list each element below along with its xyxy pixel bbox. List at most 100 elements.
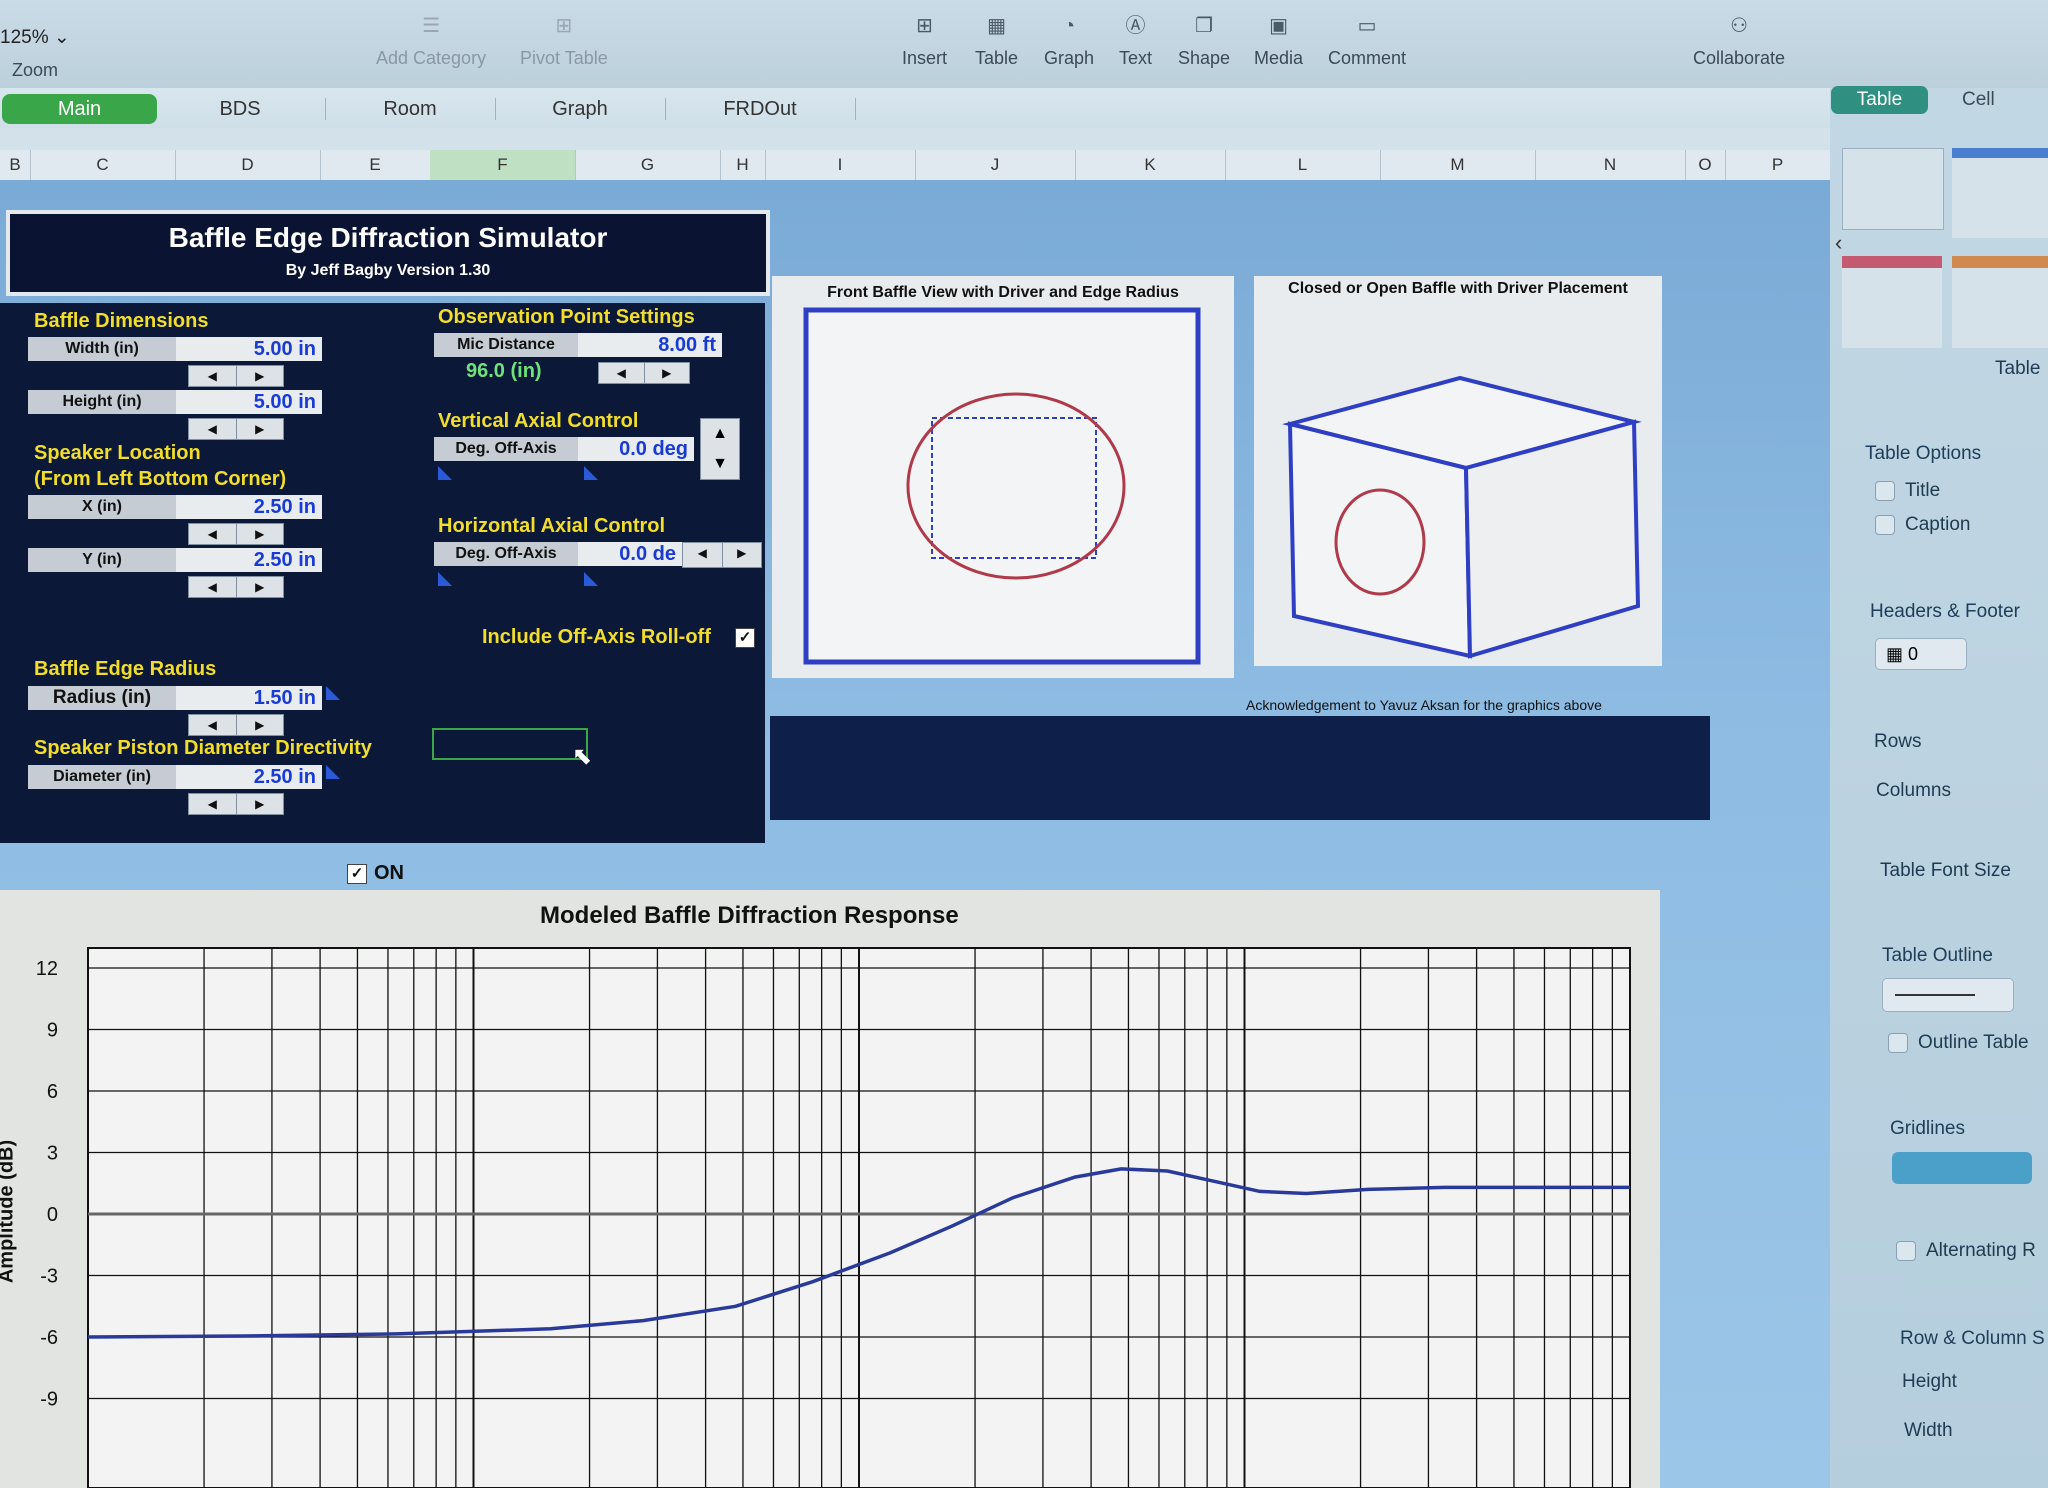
column-header[interactable]: H [720, 150, 766, 180]
table-style-swatch[interactable] [1952, 256, 2048, 348]
radius-label: Radius (in) [28, 686, 176, 710]
height-value[interactable]: 5.00 in [176, 390, 322, 414]
column-header[interactable]: G [575, 150, 721, 180]
chevron-left-icon[interactable]: ‹ [1835, 230, 1842, 256]
tab-bds[interactable]: BDS [180, 94, 300, 124]
tab-main[interactable]: Main [2, 94, 157, 124]
outline-style-dropdown[interactable] [1882, 978, 2014, 1012]
right-arrow-icon[interactable]: ▶ [237, 419, 284, 439]
up-arrow-icon[interactable]: ▲ [701, 419, 739, 449]
left-arrow-icon[interactable]: ◀ [189, 419, 237, 439]
tab-graph[interactable]: Graph [520, 94, 640, 124]
column-header[interactable]: C [30, 150, 176, 180]
y-stepper[interactable]: ◀ ▶ [188, 576, 284, 598]
diameter-stepper[interactable]: ◀ ▶ [188, 793, 284, 815]
text-button[interactable]: Ⓐ Text [1119, 14, 1152, 69]
outline-table-option[interactable]: Outline Table [1888, 1032, 2029, 1054]
column-header[interactable]: N [1535, 150, 1686, 180]
y-tick-label: 9 [47, 1020, 58, 1042]
horizontal-off-axis-value[interactable]: 0.0 de [578, 542, 682, 566]
comment-icon: ▭ [1357, 15, 1377, 37]
gridlines-toggle[interactable] [1892, 1152, 2032, 1184]
graph-button[interactable]: ◔ Graph [1044, 14, 1094, 69]
column-header[interactable]: M [1380, 150, 1536, 180]
column-header[interactable]: E [320, 150, 431, 180]
insert-button[interactable]: ⊞ Insert [902, 14, 947, 69]
title-option[interactable]: Title [1875, 480, 1940, 502]
right-arrow-icon[interactable]: ▶ [723, 543, 762, 567]
on-checkbox[interactable]: ✓ [347, 864, 367, 884]
pivot-table-button[interactable]: ⊞ Pivot Table [520, 14, 608, 69]
height-stepper[interactable]: ◀ ▶ [188, 418, 284, 440]
comment-marker-icon [438, 572, 452, 586]
shape-button[interactable]: ❐ Shape [1178, 14, 1230, 69]
y-value[interactable]: 2.50 in [176, 548, 322, 572]
mic-distance-stepper[interactable]: ◀ ▶ [598, 362, 690, 384]
mic-distance-value[interactable]: 8.00 ft [578, 333, 722, 357]
left-arrow-icon[interactable]: ◀ [599, 363, 645, 383]
left-arrow-icon[interactable]: ◀ [189, 524, 237, 544]
right-arrow-icon[interactable]: ▶ [237, 366, 284, 386]
column-header[interactable]: L [1225, 150, 1381, 180]
radius-stepper[interactable]: ◀ ▶ [188, 714, 284, 736]
x-stepper[interactable]: ◀ ▶ [188, 523, 284, 545]
inspector-tab-table[interactable]: Table [1831, 86, 1928, 114]
column-header[interactable]: O [1685, 150, 1726, 180]
table-style-swatch[interactable] [1952, 148, 2048, 238]
diameter-value[interactable]: 2.50 in [176, 765, 322, 789]
comment-marker-icon [438, 466, 452, 480]
left-arrow-icon[interactable]: ◀ [189, 715, 237, 735]
alternating-rows-checkbox[interactable] [1896, 1240, 1916, 1261]
add-category-button[interactable]: ☰ Add Category [376, 14, 486, 69]
column-header[interactable]: F [430, 150, 576, 180]
right-arrow-icon[interactable]: ▶ [645, 363, 690, 383]
right-arrow-icon[interactable]: ▶ [237, 577, 284, 597]
column-header[interactable]: I [765, 150, 916, 180]
inspector-tab-cell[interactable]: Cell [1962, 86, 1995, 114]
down-arrow-icon[interactable]: ▼ [701, 449, 739, 479]
rolloff-checkbox[interactable]: ✓ [735, 628, 755, 648]
outline-table-checkbox[interactable] [1888, 1032, 1908, 1053]
tab-separator [665, 98, 666, 120]
caption-option[interactable]: Caption [1875, 514, 1971, 536]
tab-room[interactable]: Room [350, 94, 470, 124]
column-header[interactable]: K [1075, 150, 1226, 180]
radius-value[interactable]: 1.50 in [176, 686, 322, 710]
table-icon: ▦ [987, 15, 1006, 37]
table-style-swatch[interactable] [1842, 256, 1942, 348]
left-arrow-icon[interactable]: ◀ [189, 577, 237, 597]
column-header[interactable]: D [175, 150, 321, 180]
table-style-swatch[interactable] [1842, 148, 1944, 230]
zoom-dropdown[interactable]: 125% ⌄ [0, 26, 70, 49]
header-rows-stepper[interactable]: ▦ 0 [1875, 638, 1967, 670]
comment-button[interactable]: ▭ Comment [1328, 14, 1406, 69]
column-header[interactable]: B [0, 150, 31, 180]
width-value[interactable]: 5.00 in [176, 337, 322, 361]
caption-checkbox[interactable] [1875, 514, 1895, 535]
left-arrow-icon[interactable]: ◀ [189, 366, 237, 386]
right-arrow-icon[interactable]: ▶ [237, 794, 284, 814]
column-header[interactable]: J [915, 150, 1076, 180]
selected-cell[interactable] [432, 728, 588, 760]
media-button[interactable]: ▣ Media [1254, 14, 1303, 69]
left-arrow-icon[interactable]: ◀ [189, 794, 237, 814]
collaborate-button[interactable]: ⚇ Collaborate [1693, 14, 1785, 69]
x-value[interactable]: 2.50 in [176, 495, 322, 519]
simulator-panel [0, 303, 765, 843]
format-inspector: Table Cell ‹ Table Table Options Title C… [1830, 86, 2048, 1488]
horizontal-angle-scroller[interactable]: ◀ ▶ [682, 542, 762, 568]
vertical-angle-scroller[interactable]: ▲ ▼ [700, 418, 740, 480]
right-arrow-icon[interactable]: ▶ [237, 715, 284, 735]
table-button[interactable]: ▦ Table [975, 14, 1018, 69]
toolbar: 125% ⌄ Zoom ☰ Add Category ⊞ Pivot Table ⊞… [0, 0, 2048, 88]
tab-frdout[interactable]: FRDOut [690, 94, 830, 124]
vertical-off-axis-value[interactable]: 0.0 deg [578, 437, 694, 461]
box-placement-drawing [1282, 375, 1642, 659]
width-stepper[interactable]: ◀ ▶ [188, 365, 284, 387]
column-header[interactable]: P [1725, 150, 1831, 180]
right-arrow-icon[interactable]: ▶ [237, 524, 284, 544]
left-arrow-icon[interactable]: ◀ [683, 543, 723, 567]
alternating-rows-option[interactable]: Alternating R [1896, 1240, 2036, 1262]
table-label: Table [975, 48, 1019, 68]
title-checkbox[interactable] [1875, 480, 1895, 501]
